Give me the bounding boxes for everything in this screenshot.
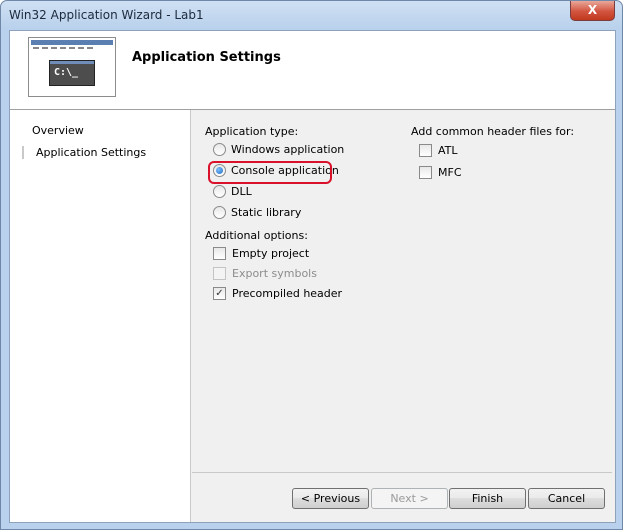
checkbox[interactable] — [213, 246, 226, 260]
wizard-nav: Overview Application Settings — [10, 110, 191, 522]
checkbox-disabled — [213, 266, 226, 280]
checkbox-export-symbols: Export symbols — [213, 265, 317, 281]
checkbox[interactable] — [419, 143, 432, 157]
checkbox-precompiled-header[interactable]: ✓ Precompiled header — [213, 285, 342, 301]
close-icon: X — [587, 3, 598, 17]
banner: C:\_ Application Settings — [10, 31, 615, 110]
application-type-label: Application type: — [205, 125, 299, 138]
checkbox-label: Precompiled header — [232, 286, 343, 300]
checkbox-label: Empty project — [232, 246, 310, 260]
title-bar[interactable]: Win32 Application Wizard - Lab1 X — [1, 1, 622, 29]
radio-button[interactable] — [213, 184, 226, 198]
radio-label: Static library — [231, 205, 302, 219]
checkbox[interactable] — [419, 165, 432, 179]
checkbox-atl[interactable]: ATL — [419, 142, 458, 158]
radio-dll[interactable]: DLL — [213, 183, 252, 199]
previous-button[interactable]: < Previous — [292, 488, 369, 509]
header-files-label: Add common header files for: — [411, 125, 575, 138]
wizard-window: Win32 Application Wizard - Lab1 X C:\_ A… — [0, 0, 623, 530]
app-preview-image: C:\_ — [28, 37, 116, 97]
checkbox-mfc[interactable]: MFC — [419, 164, 462, 180]
radio-static-library[interactable]: Static library — [213, 204, 301, 220]
nav-item-overview[interactable]: Overview — [32, 124, 84, 137]
page-title: Application Settings — [132, 50, 281, 65]
console-titlebar — [50, 61, 94, 64]
radio-label: Windows application — [231, 142, 345, 156]
checkmark-icon: ✓ — [215, 287, 224, 299]
preview-menubar — [33, 47, 93, 49]
checkbox-label: Export symbols — [232, 266, 317, 280]
footer-divider — [192, 472, 612, 473]
checkbox-label: ATL — [438, 143, 458, 157]
radio-label: DLL — [231, 184, 252, 198]
window-title: Win32 Application Wizard - Lab1 — [9, 8, 204, 22]
radio-windows-application[interactable]: Windows application — [213, 141, 344, 157]
console-icon: C:\_ — [49, 60, 95, 86]
checkbox-checked[interactable]: ✓ — [213, 286, 226, 300]
close-button[interactable]: X — [570, 1, 615, 21]
preview-titlebar — [31, 40, 113, 45]
checkbox-empty-project[interactable]: Empty project — [213, 245, 309, 261]
radio-button[interactable] — [213, 205, 226, 219]
additional-options-label: Additional options: — [205, 229, 308, 242]
console-prompt: C:\_ — [54, 67, 79, 78]
nav-item-application-settings[interactable]: Application Settings — [22, 146, 146, 159]
next-button: Next > — [371, 488, 448, 509]
client-area: C:\_ Application Settings Overview Appli… — [9, 30, 616, 523]
radio-button[interactable] — [213, 142, 226, 156]
finish-button[interactable]: Finish — [449, 488, 526, 509]
checkbox-label: MFC — [438, 165, 462, 179]
cancel-button[interactable]: Cancel — [528, 488, 605, 509]
annotation-highlight-ellipse — [208, 161, 332, 184]
